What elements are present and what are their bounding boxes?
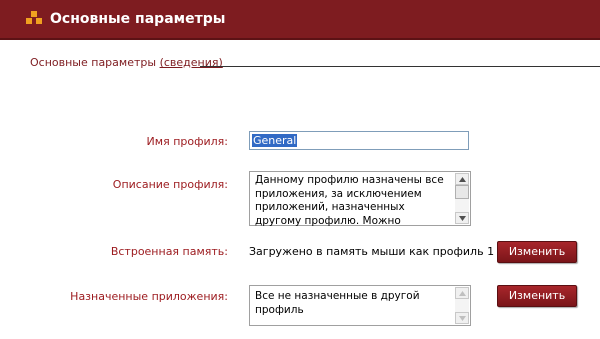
section-title: Основные параметры bbox=[30, 56, 157, 69]
profile-description-textarea[interactable]: Данному профилю назначены все приложения… bbox=[249, 171, 471, 226]
change-apps-button[interactable]: Изменить bbox=[497, 285, 577, 307]
assigned-apps-scrollbar[interactable] bbox=[455, 287, 469, 324]
profile-name-value: General bbox=[252, 134, 298, 147]
scroll-up-button[interactable] bbox=[455, 287, 469, 299]
scroll-down-button[interactable] bbox=[455, 312, 469, 324]
scroll-down-button[interactable] bbox=[455, 212, 469, 224]
assigned-apps-text: Все не назначенные в другой профиль bbox=[255, 290, 420, 316]
profile-description-text: Данному профилю назначены все приложения… bbox=[255, 174, 444, 226]
profile-name-input[interactable]: General bbox=[249, 131, 469, 150]
scroll-up-button[interactable] bbox=[455, 173, 469, 185]
details-link[interactable]: (сведения) bbox=[160, 56, 223, 69]
profile-name-label: Имя профиля: bbox=[146, 135, 228, 148]
change-memory-button[interactable]: Изменить bbox=[497, 241, 577, 263]
description-scrollbar[interactable] bbox=[455, 173, 469, 224]
section-header: Основные параметры (сведения) bbox=[30, 56, 223, 70]
page-title: Основные параметры bbox=[50, 11, 226, 27]
arrow-down-icon bbox=[459, 216, 466, 221]
settings-blocks-icon bbox=[26, 11, 42, 24]
section-divider bbox=[200, 66, 600, 67]
profile-description-label: Описание профиля: bbox=[112, 178, 228, 191]
assigned-apps-label: Назначенные приложения: bbox=[70, 290, 228, 303]
assigned-apps-textarea[interactable]: Все не назначенные в другой профиль bbox=[249, 285, 471, 326]
title-bar: Основные параметры bbox=[0, 0, 600, 40]
onboard-memory-label: Встроенная память: bbox=[110, 245, 228, 258]
onboard-memory-value: Загружено в память мыши как профиль 1 bbox=[249, 245, 495, 258]
arrow-up-icon bbox=[459, 291, 466, 296]
arrow-up-icon bbox=[459, 177, 466, 182]
arrow-down-icon bbox=[459, 316, 466, 321]
scroll-thumb[interactable] bbox=[455, 185, 469, 199]
